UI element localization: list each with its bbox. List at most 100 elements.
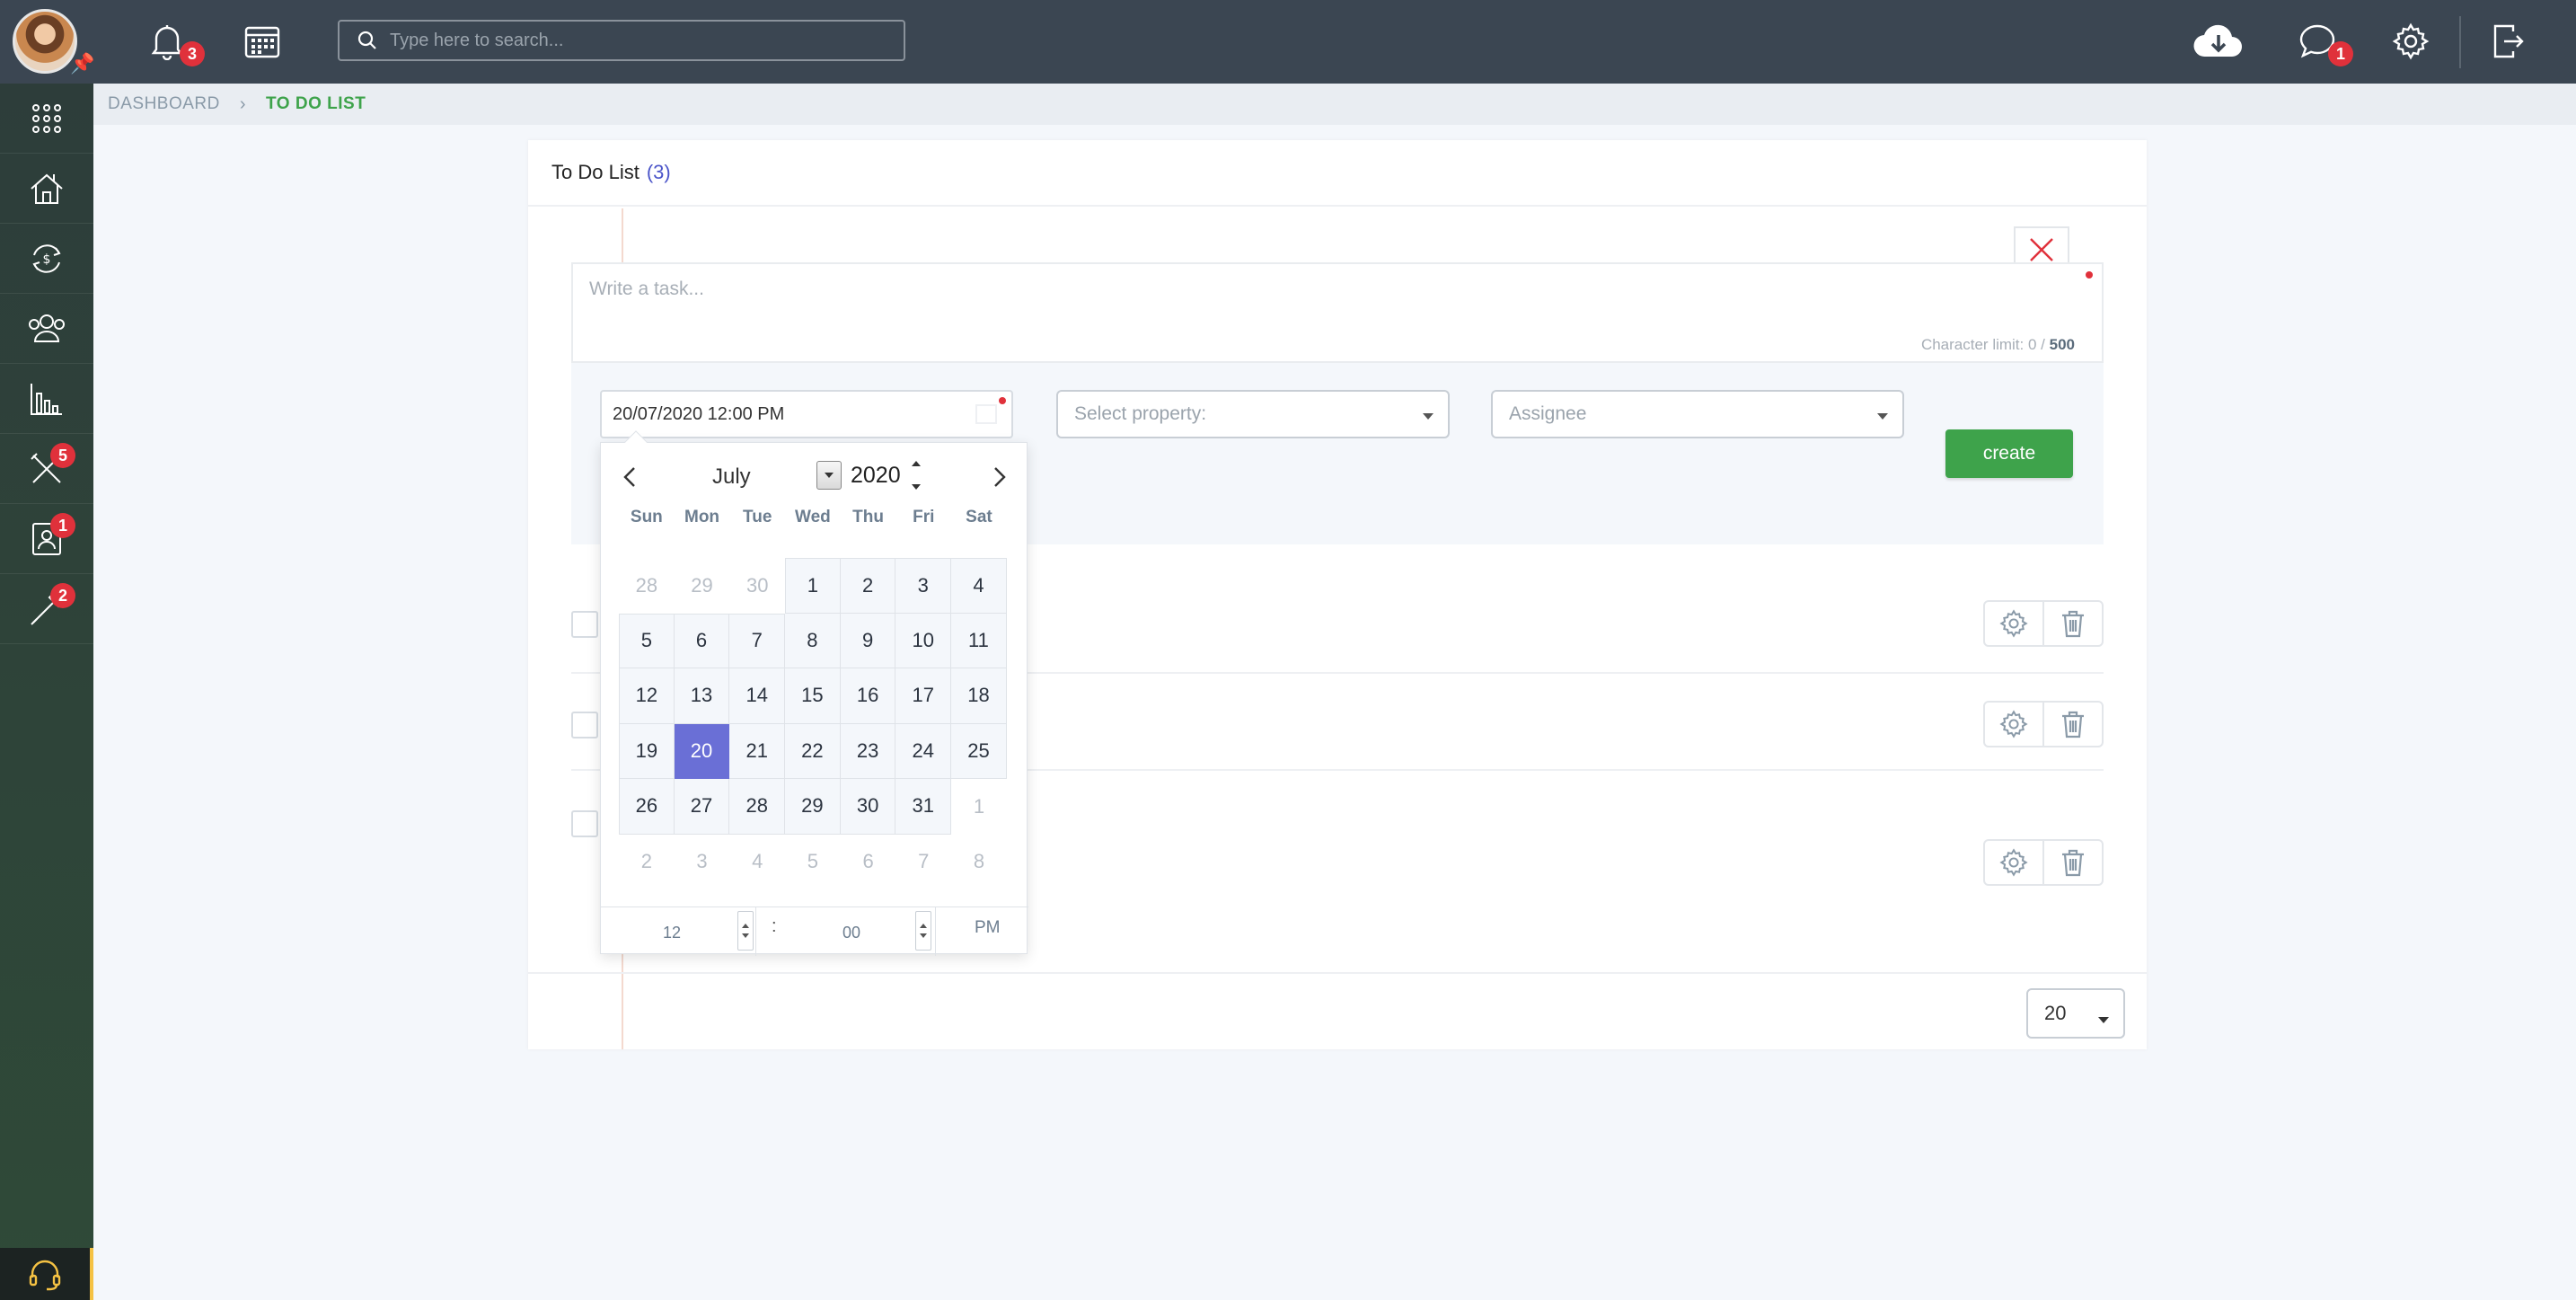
calendar-day[interactable]: 26 [619, 779, 675, 835]
calendar-day[interactable]: 30 [729, 558, 785, 614]
spinner-up-icon[interactable] [920, 924, 927, 928]
calendar-day[interactable]: 21 [729, 723, 786, 779]
logout-button[interactable] [2484, 18, 2531, 65]
calendar-day[interactable]: 29 [675, 558, 730, 614]
calendar-day[interactable]: 16 [840, 668, 896, 724]
calendar-days-grid: 28 29 30 1 2 3 4 5 6 7 8 9 10 11 12 13 14 15 16 17 18 19 20 21 2… [619, 558, 1007, 889]
calendar-button[interactable] [239, 18, 286, 65]
messages-button[interactable]: 1 [2294, 18, 2353, 66]
task-delete-button[interactable] [2042, 602, 2102, 645]
user-avatar[interactable] [13, 9, 77, 74]
calendar-day[interactable]: 3 [895, 558, 952, 614]
search-box[interactable] [338, 20, 905, 61]
datepicker-month[interactable]: July [712, 464, 751, 490]
calendar-day[interactable]: 5 [619, 613, 675, 668]
calendar-day[interactable]: 23 [840, 723, 896, 779]
calendar-day[interactable]: 4 [951, 558, 1007, 614]
support-button[interactable] [0, 1248, 93, 1300]
task-checkbox[interactable] [571, 810, 598, 837]
breadcrumb-dashboard[interactable]: DASHBOARD [108, 94, 220, 114]
sidebar-item-properties[interactable] [0, 154, 93, 224]
minute-spinner[interactable] [915, 911, 931, 951]
sidebar-item-contacts[interactable] [0, 294, 93, 364]
calendar-day[interactable]: 22 [785, 723, 841, 779]
page-size-select[interactable]: 20 [2026, 988, 2125, 1039]
task-settings-button[interactable] [1985, 703, 2042, 746]
sidebar-item-reports[interactable] [0, 364, 93, 434]
task-checkbox[interactable] [571, 611, 598, 638]
task-settings-button[interactable] [1985, 602, 2042, 645]
spinner-down-icon[interactable] [742, 933, 749, 938]
calendar-day[interactable]: 2 [840, 558, 896, 614]
calendar-day[interactable]: 7 [895, 835, 951, 890]
calendar-day[interactable]: 13 [674, 668, 730, 724]
hour-spinner[interactable] [737, 911, 754, 951]
calendar-day[interactable]: 31 [895, 779, 952, 835]
calendar-day[interactable]: 14 [729, 668, 786, 724]
minute-input[interactable]: 00 [781, 915, 922, 951]
spinner-up-icon[interactable] [742, 924, 749, 928]
calendar-day[interactable]: 27 [674, 779, 730, 835]
notifications-button[interactable]: 3 [144, 18, 205, 66]
calendar-day[interactable]: 29 [785, 779, 841, 835]
close-icon [2030, 238, 2053, 261]
year-spinner[interactable] [910, 461, 922, 490]
assignee-select[interactable]: Assignee [1491, 390, 1904, 438]
calendar-day[interactable]: 9 [840, 613, 896, 668]
pin-icon[interactable]: 📌 [70, 52, 94, 75]
calendar-day[interactable]: 15 [785, 668, 841, 724]
calendar-day[interactable]: 3 [675, 835, 730, 890]
calendar-day[interactable]: 6 [674, 613, 730, 668]
calendar-day[interactable]: 11 [951, 613, 1007, 668]
datepicker-year[interactable]: 2020 [851, 463, 901, 489]
calendar-day[interactable]: 17 [895, 668, 952, 724]
property-select[interactable]: Select property: [1056, 390, 1450, 438]
calendar-day[interactable]: 1 [785, 558, 841, 614]
calendar-day[interactable]: 28 [729, 779, 786, 835]
ampm-toggle[interactable]: PM [975, 918, 1001, 938]
calendar-day[interactable]: 6 [841, 835, 896, 890]
prev-month-button[interactable] [612, 459, 648, 495]
weekday-label: Sun [630, 508, 663, 526]
calendar-day[interactable]: 8 [785, 613, 841, 668]
sidebar-item-finance[interactable]: $ [0, 224, 93, 294]
calendar-day[interactable]: 1 [951, 779, 1007, 835]
settings-button[interactable] [2387, 18, 2434, 65]
calendar-day[interactable]: 18 [951, 668, 1007, 724]
spinner-down-icon[interactable] [912, 484, 921, 490]
calendar-day[interactable]: 28 [619, 558, 675, 614]
sidebar-item-apps[interactable] [0, 84, 93, 154]
calendar-small-icon [975, 404, 997, 424]
sidebar-item-tools[interactable]: 2 [0, 574, 93, 644]
hour-input[interactable]: 12 [601, 915, 743, 951]
month-dropdown-button[interactable] [816, 461, 842, 490]
task-input[interactable] [589, 279, 2080, 323]
calendar-day[interactable]: 25 [951, 723, 1007, 779]
calendar-day[interactable]: 5 [785, 835, 841, 890]
create-button[interactable]: create [1945, 429, 2073, 478]
search-input[interactable] [390, 30, 875, 51]
calendar-day[interactable]: 24 [895, 723, 952, 779]
calendar-day[interactable]: 2 [619, 835, 675, 890]
calendar-day[interactable]: 19 [619, 723, 675, 779]
task-settings-button[interactable] [1985, 841, 2042, 884]
next-month-button[interactable] [982, 459, 1018, 495]
task-checkbox[interactable] [571, 712, 598, 738]
task-delete-button[interactable] [2042, 703, 2102, 746]
sidebar-item-maintenance[interactable]: 5 [0, 434, 93, 504]
calendar-day[interactable]: 4 [729, 835, 785, 890]
calendar-day[interactable]: 30 [840, 779, 896, 835]
calendar-day[interactable]: 12 [619, 668, 675, 724]
task-delete-button[interactable] [2042, 841, 2102, 884]
download-button[interactable] [2192, 18, 2245, 65]
calendar-day-selected[interactable]: 20 [674, 723, 730, 779]
calendar-day[interactable]: 10 [895, 613, 952, 668]
reports-icon [31, 383, 62, 415]
calendar-day[interactable]: 8 [951, 835, 1007, 890]
spinner-up-icon[interactable] [912, 461, 921, 466]
breadcrumb-current: TO DO LIST [266, 94, 366, 113]
spinner-down-icon[interactable] [920, 933, 927, 938]
calendar-day[interactable]: 7 [729, 613, 786, 668]
sidebar-item-tenant[interactable]: 1 [0, 504, 93, 574]
due-date-input[interactable]: 20/07/2020 12:00 PM [600, 390, 1013, 438]
